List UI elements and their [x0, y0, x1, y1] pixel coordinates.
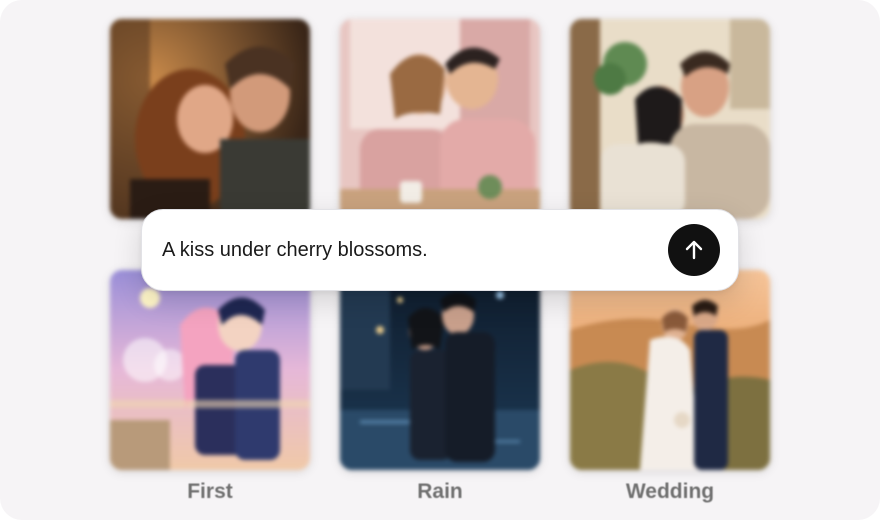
caption-first: First — [187, 480, 233, 503]
caption-wedding: Wedding — [625, 480, 715, 503]
gallery-thumbnail-rain[interactable] — [340, 270, 540, 470]
prompt-bar — [141, 209, 739, 291]
gallery-thumbnail-cafe-couple[interactable] — [340, 19, 540, 219]
gallery-thumbnail-wedding[interactable] — [570, 270, 770, 470]
style-gallery: First Rain Wedding — [0, 0, 880, 520]
send-button[interactable] — [668, 224, 720, 276]
gallery-thumbnail-home-embrace[interactable] — [570, 19, 770, 219]
gallery-thumbnail-cozy-kiss[interactable] — [110, 19, 310, 219]
caption-rain: Rain — [417, 480, 463, 503]
arrow-up-icon — [682, 238, 706, 262]
prompt-input[interactable] — [162, 238, 668, 262]
gallery-thumbnail-first[interactable] — [110, 270, 310, 470]
